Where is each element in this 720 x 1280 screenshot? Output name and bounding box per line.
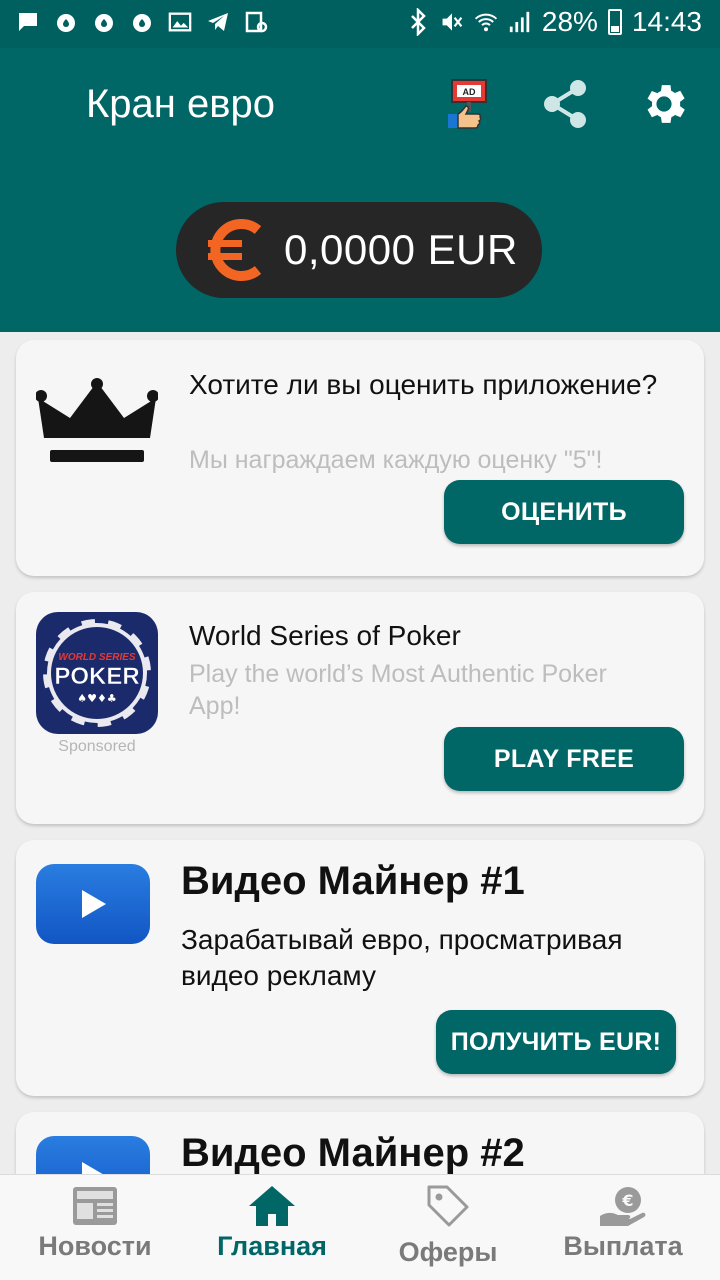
- flame-icon: [92, 10, 116, 34]
- rate-app-card: Хотите ли вы оценить приложение? Мы нагр…: [16, 340, 704, 576]
- crown-icon: [36, 378, 158, 462]
- message-icon: [16, 10, 40, 34]
- nav-news-label: Новости: [38, 1231, 152, 1261]
- notification-icon: [244, 10, 268, 34]
- play-video-icon: [36, 864, 150, 944]
- balance-pill[interactable]: 0,0000 EUR: [176, 202, 542, 298]
- share-icon: [544, 80, 586, 128]
- nav-offers-label: Оферы: [398, 1237, 498, 1267]
- video-miner-1-title: Видео Майнер #1: [181, 859, 525, 903]
- rate-button[interactable]: ОЦЕНИТЬ: [444, 480, 684, 544]
- signal-icon: [508, 10, 532, 34]
- nav-payout[interactable]: € Выплата: [533, 1175, 713, 1280]
- gear-icon: [647, 85, 685, 123]
- video-miner-1-card: Видео Майнер #1 Зарабатывай евро, просма…: [16, 840, 704, 1096]
- svg-text:€: €: [621, 1191, 633, 1210]
- battery-percent: 28%: [541, 6, 598, 37]
- status-bar: 28% 14:43: [0, 0, 720, 48]
- svg-text:WORLD SERIES: WORLD SERIES: [58, 652, 136, 663]
- play-free-button[interactable]: PLAY FREE: [444, 727, 684, 791]
- balance-header: 0,0000 EUR: [0, 160, 720, 332]
- bluetooth-icon: [406, 8, 430, 36]
- svg-text:POKER: POKER: [54, 663, 139, 690]
- sponsored-label: Sponsored: [58, 738, 136, 755]
- video-miner-1-subtitle: Зарабатывай евро, просматривая видео рек…: [181, 924, 623, 991]
- share-button[interactable]: [538, 76, 594, 132]
- wifi-icon: [474, 10, 498, 34]
- ad-subtitle: Play the world’s Most Authentic Poker Ap…: [189, 660, 607, 720]
- battery-icon: [607, 9, 622, 35]
- gallery-icon: [168, 10, 192, 34]
- settings-button[interactable]: [636, 76, 692, 132]
- video-miner-2-title: Видео Майнер #2: [181, 1131, 525, 1175]
- sponsored-ad-card: WORLD SERIES POKER ♠♥♦♣ Sponsored World …: [16, 592, 704, 824]
- nav-offers[interactable]: Оферы: [358, 1175, 538, 1280]
- home-icon: [247, 1183, 297, 1229]
- nav-home[interactable]: Главная: [182, 1175, 362, 1280]
- ad-reward-button[interactable]: AD: [440, 76, 496, 132]
- clock: 14:43: [631, 6, 702, 37]
- news-icon: [70, 1183, 120, 1229]
- svg-text:♠♥♦♣: ♠♥♦♣: [77, 692, 116, 705]
- poker-app-logo: WORLD SERIES POKER ♠♥♦♣: [36, 612, 158, 734]
- ad-title: World Series of Poker: [189, 620, 461, 651]
- bottom-nav: Новости Главная Оферы € Выплата: [0, 1174, 720, 1280]
- ad-sign-icon: AD: [448, 79, 487, 129]
- nav-news[interactable]: Новости: [5, 1175, 185, 1280]
- svg-text:AD: AD: [463, 87, 476, 97]
- app-title: Кран евро: [86, 82, 275, 126]
- get-eur-button[interactable]: ПОЛУЧИТЬ EUR!: [436, 1010, 676, 1074]
- payout-icon: €: [598, 1183, 648, 1229]
- app-bar: Кран евро AD: [0, 48, 720, 160]
- telegram-icon: [206, 10, 230, 34]
- rate-app-subtitle: Мы награждаем каждую оценку "5"!: [189, 446, 603, 474]
- nav-home-label: Главная: [217, 1231, 327, 1261]
- euro-icon: [208, 219, 262, 281]
- balance-amount: 0,0000 EUR: [284, 226, 518, 273]
- flame-icon: [54, 10, 78, 34]
- mute-icon: [440, 10, 464, 34]
- nav-payout-label: Выплата: [563, 1231, 683, 1261]
- flame-icon: [130, 10, 154, 34]
- tag-icon: [423, 1183, 473, 1229]
- rate-app-title: Хотите ли вы оценить приложение?: [189, 369, 658, 400]
